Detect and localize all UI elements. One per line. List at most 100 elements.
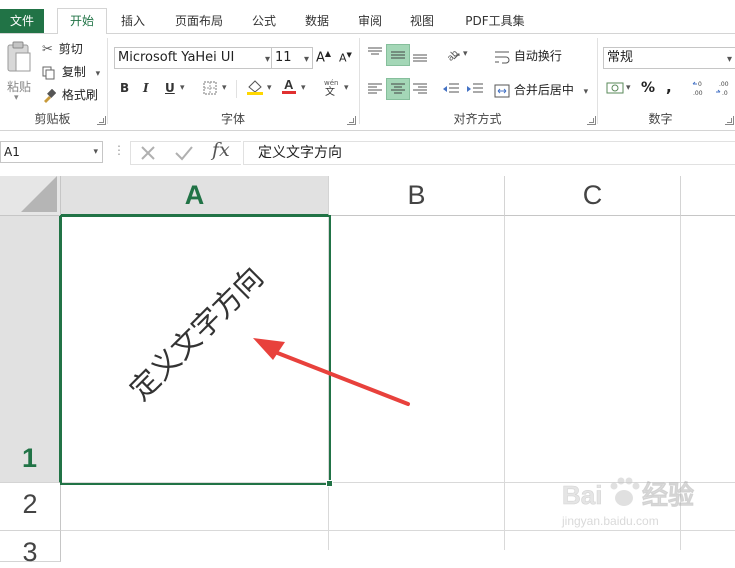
svg-text:wén: wén — [324, 79, 338, 87]
svg-text:Bai: Bai — [562, 480, 602, 510]
tab-formulas[interactable]: 公式 — [244, 9, 284, 33]
formula-input[interactable]: 定义文字方向 — [243, 141, 735, 165]
font-name-select[interactable]: Microsoft YaHei UI — [114, 47, 274, 70]
cut-button[interactable]: ✂ 剪切 — [42, 40, 83, 58]
baidu-jingyan-watermark: Bai 经验 jingyan.baidu.com — [562, 468, 734, 534]
copy-button[interactable]: 复制 ▾ — [42, 63, 100, 81]
chevron-down-icon[interactable]: ▾ — [626, 83, 631, 93]
decrease-indent-icon[interactable] — [442, 82, 460, 96]
font-group-label: 字体 — [220, 112, 245, 126]
chevron-down-icon: ▾ — [583, 87, 589, 97]
font-color-icon[interactable]: A — [280, 77, 298, 96]
svg-text:A: A — [284, 77, 294, 92]
tab-pdf-tools[interactable]: PDF工具集 — [455, 9, 535, 33]
grid-top-spacer — [0, 167, 735, 176]
row-header-3[interactable]: 3 — [0, 531, 61, 567]
tab-file[interactable]: 文件 — [0, 9, 44, 33]
formula-bar: A1 ▾ ⋮ fx 定义文字方向 — [0, 138, 735, 166]
wrap-text-icon — [495, 51, 510, 63]
baidu-paw-logo: Bai 经验 — [562, 477, 694, 511]
number-group-label: 数字 — [648, 112, 673, 126]
chevron-down-icon[interactable]: ▾ — [222, 83, 227, 93]
underline-button[interactable]: U — [165, 81, 175, 95]
insert-function-button[interactable]: fx — [212, 139, 230, 161]
ribbon-home: 粘贴 ▾ ✂ 剪切 复制 ▾ 格式刷 剪贴板 Microsoft YaHei U… — [0, 34, 735, 131]
alignment-dialog-launcher[interactable] — [587, 116, 596, 125]
text-orientation-icon[interactable]: ab — [444, 44, 462, 62]
bold-button[interactable]: B — [120, 81, 129, 95]
font-name-value: Microsoft YaHei UI — [118, 50, 235, 65]
svg-text:0: 0 — [698, 81, 702, 88]
align-middle-icon — [391, 51, 405, 59]
chevron-down-icon[interactable]: ▾ — [267, 83, 272, 93]
drag-handle-icon[interactable]: ⋮ — [113, 143, 125, 157]
fill-handle[interactable] — [326, 480, 333, 487]
tab-insert[interactable]: 插入 — [113, 9, 153, 33]
font-dialog-launcher[interactable] — [347, 116, 356, 125]
svg-text:.00: .00 — [693, 90, 703, 97]
format-painter-button[interactable]: 格式刷 — [42, 86, 98, 104]
tab-view[interactable]: 视图 — [402, 9, 442, 33]
align-center-button[interactable] — [386, 78, 410, 100]
increase-indent-icon[interactable] — [466, 82, 484, 96]
paintbrush-icon — [44, 88, 56, 103]
number-dialog-launcher[interactable] — [725, 116, 734, 125]
select-all-triangle-icon — [21, 176, 57, 212]
merge-center-button[interactable]: 合并后居中 ▾ — [494, 81, 588, 98]
wrap-text-button[interactable]: 自动换行 — [494, 47, 562, 64]
comma-style-button[interactable]: , — [666, 78, 672, 96]
chevron-down-icon[interactable]: ▾ — [180, 83, 185, 93]
tab-review[interactable]: 审阅 — [350, 9, 390, 33]
tab-home[interactable]: 开始 — [57, 8, 107, 36]
decrease-font-size-icon[interactable]: A▼ — [339, 51, 352, 65]
column-header-a[interactable]: A — [61, 176, 329, 216]
border-icon[interactable] — [203, 81, 219, 95]
svg-text:文: 文 — [325, 85, 335, 96]
phonetic-guide-icon[interactable]: wén文 — [322, 78, 340, 96]
align-right-icon[interactable] — [412, 82, 428, 96]
column-header-b[interactable]: B — [329, 176, 505, 216]
tab-page-layout[interactable]: 页面布局 — [168, 9, 230, 33]
chevron-down-icon[interactable]: ▾ — [301, 83, 306, 93]
clipboard-group-label: 剪贴板 — [34, 112, 71, 126]
formula-content: 定义文字方向 — [258, 145, 342, 161]
chevron-down-icon: ▾ — [95, 69, 101, 79]
chevron-down-icon[interactable]: ▾ — [344, 83, 349, 93]
increase-decimal-icon[interactable]: 0.00 — [692, 79, 710, 97]
fill-color-swatch — [247, 92, 263, 95]
name-box[interactable]: A1 ▾ — [0, 141, 103, 163]
clipboard-dialog-launcher[interactable] — [97, 116, 106, 125]
column-header-d[interactable] — [681, 176, 735, 216]
gridline — [504, 216, 505, 550]
row-header-1-label: 1 — [21, 443, 38, 473]
tab-data[interactable]: 数据 — [297, 9, 337, 33]
chevron-down-icon[interactable]: ▾ — [463, 49, 468, 59]
enter-check-icon[interactable] — [174, 144, 194, 162]
align-bottom-icon[interactable] — [412, 46, 428, 62]
font-size-select[interactable]: 11 — [271, 47, 313, 70]
row-header-1[interactable]: 1 — [0, 216, 61, 483]
paste-button[interactable]: 粘贴 ▾ — [4, 38, 34, 104]
column-header-c[interactable]: C — [505, 176, 681, 216]
decrease-decimal-icon[interactable]: .00.0 — [715, 79, 733, 97]
row-header-3-label: 3 — [22, 537, 38, 567]
select-all-corner[interactable] — [0, 176, 61, 216]
align-middle-button[interactable] — [386, 44, 410, 66]
row-header-2[interactable]: 2 — [0, 483, 61, 531]
cancel-icon[interactable] — [139, 144, 157, 162]
copy-label: 复制 — [61, 65, 86, 79]
accounting-format-icon[interactable] — [606, 80, 624, 96]
fill-color-icon[interactable] — [245, 78, 265, 96]
chevron-down-icon: ▾ — [93, 147, 98, 157]
align-left-icon[interactable] — [367, 82, 383, 96]
percent-style-button[interactable]: % — [641, 80, 655, 96]
increase-font-size-icon[interactable]: A▲ — [316, 49, 331, 65]
italic-button[interactable]: I — [143, 81, 149, 95]
copy-icon — [42, 66, 55, 79]
paste-label: 粘贴 — [6, 80, 31, 94]
divider — [236, 80, 237, 98]
number-format-select[interactable]: 常规 — [603, 47, 735, 70]
name-box-value: A1 — [4, 145, 20, 159]
align-top-icon[interactable] — [367, 46, 383, 60]
merge-cells-icon — [494, 84, 510, 97]
